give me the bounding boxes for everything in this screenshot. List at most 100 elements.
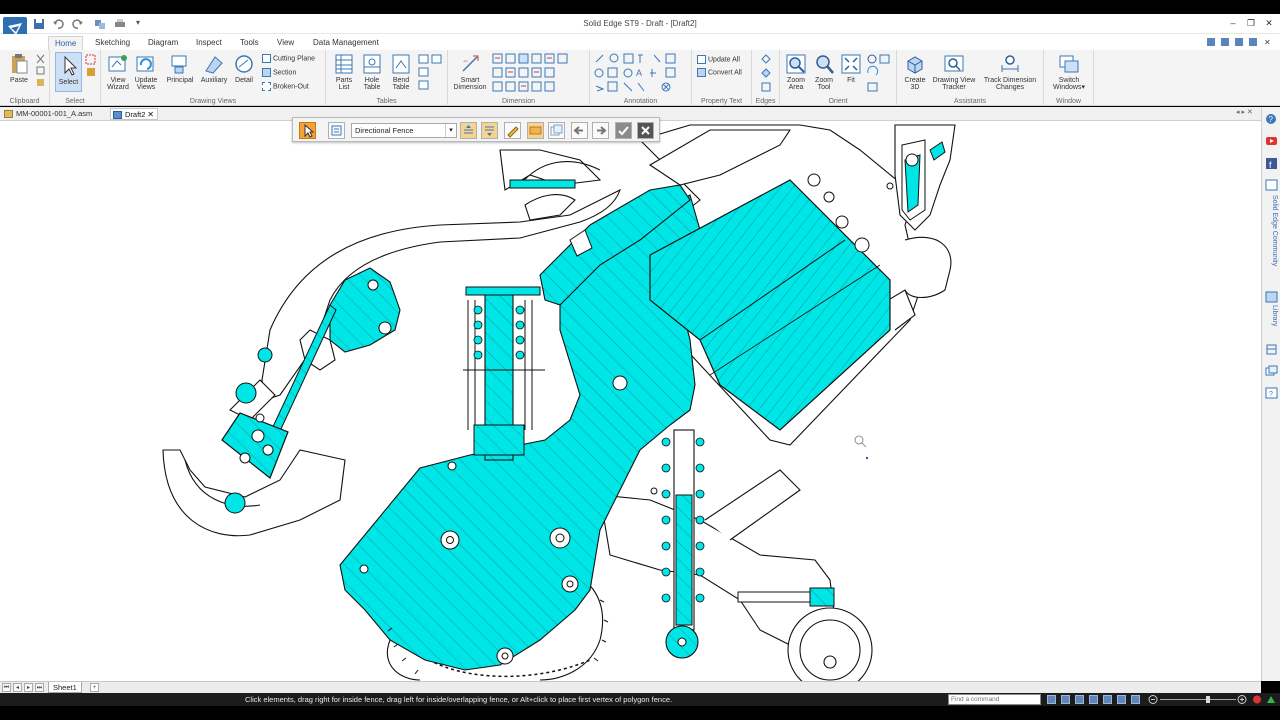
update-all-button[interactable]: Update All [697,55,740,65]
rotate-status-icon[interactable] [1117,695,1126,704]
section-view-drawing[interactable] [0,121,1261,681]
arrow-right-icon [597,126,607,135]
drawing-canvas[interactable] [0,121,1261,681]
track-dimension-changes-button[interactable]: Track Dimension Changes [981,53,1039,91]
orient-tools-icons[interactable] [866,53,892,95]
paste-button[interactable]: Paste [6,53,32,84]
fit-button[interactable]: Fit [839,53,863,84]
select-tool-button[interactable] [299,122,316,139]
dimension-tools-icons[interactable] [492,53,588,95]
doc-tab-assembly[interactable]: MM-00001-001_A.asm [2,108,105,120]
panel-tool-icon[interactable] [1265,343,1278,355]
next-sheet-button[interactable]: ▸ [24,683,33,692]
hole-table-button[interactable]: Hole Table [359,53,385,91]
restore-icon[interactable]: ❐ [1244,17,1258,29]
cut-copy-icons[interactable] [35,54,47,88]
tab-data-management[interactable]: Data Management [307,36,385,50]
info-icon[interactable]: ? [1265,387,1278,399]
help-toolbar-icons[interactable]: ✕ [1206,37,1276,47]
tab-tools[interactable]: Tools [234,36,265,50]
zoom-area-button[interactable]: Zoom Area [783,53,809,91]
switch-windows-button[interactable]: Switch Windows▾ [1048,53,1090,91]
status-bar: Click elements, drag right for inside fe… [0,693,1280,706]
tab-inspect[interactable]: Inspect [190,36,228,50]
youtube-icon[interactable] [1265,135,1278,147]
tab-home[interactable]: Home [48,36,84,50]
smart-dimension-button[interactable]: ⇔ Smart Dimension [451,53,489,91]
sheet-tab-sheet1[interactable]: Sheet1 [48,682,82,693]
zoom-slider[interactable] [1148,694,1248,705]
options-button[interactable] [328,122,345,139]
filter-up-button[interactable] [460,122,477,139]
cutting-plane-button[interactable]: Cutting Plane [262,54,315,64]
tab-view[interactable]: View [271,36,300,50]
broken-out-button[interactable]: Broken-Out [262,82,309,92]
community-icon[interactable] [1265,179,1278,191]
last-sheet-button[interactable]: ⏭ [35,683,44,692]
minimize-icon[interactable]: – [1226,17,1240,29]
close-icon [641,126,650,135]
previous-view-status-icon[interactable] [1131,695,1140,704]
highlight-icon [529,126,542,135]
pan-status-icon[interactable] [1103,695,1112,704]
zoom-tool-icon [816,55,834,74]
group-edges: Edges [752,50,780,106]
close-doc-icon[interactable]: ✕ [147,109,154,121]
annotation-tools-icons[interactable]: A [594,53,690,95]
convert-all-button[interactable]: Convert All [697,68,742,78]
library-icon[interactable] [1265,291,1278,303]
section-button[interactable]: Section [262,68,296,78]
pen-tool-button[interactable] [504,122,521,139]
parts-list-button[interactable]: Parts List [332,53,356,91]
copy-button[interactable] [548,122,565,139]
highlight-button[interactable] [527,122,544,139]
group-drawing-views: View Wizard Update Views Principal Auxilia… [101,50,326,106]
previous-sheet-button[interactable]: ◂ [13,683,22,692]
new-sheet-button[interactable]: + [90,683,99,692]
previous-button[interactable] [571,122,588,139]
zoom-tool-button[interactable]: Zoom Tool [811,53,837,91]
drawing-view-tracker-button[interactable]: Drawing View Tracker [930,53,978,91]
help-icon[interactable]: ? [1265,113,1278,125]
bend-table-button[interactable]: Bend Table [388,53,414,91]
first-sheet-button[interactable]: ⏮ [2,683,11,692]
filter-down-button[interactable] [481,122,498,139]
convert-all-icon [697,68,706,77]
status-indicators[interactable] [1252,694,1278,705]
tab-sketching[interactable]: Sketching [89,36,136,50]
update-views-button[interactable]: Update Views [132,53,160,91]
cancel-button[interactable] [637,122,654,139]
cutting-plane-icon [262,54,271,63]
smart-dimension-icon: ⇔ [462,55,479,72]
fit-status-icon[interactable] [1089,695,1098,704]
zoom-status-icon[interactable] [1075,695,1084,704]
view-icon[interactable] [1047,695,1056,704]
doc-tab-draft2[interactable]: Draft2 ✕ [110,108,158,120]
table-tools-icons[interactable] [418,54,444,92]
accept-button[interactable] [615,122,632,139]
zoom-area-status-icon[interactable] [1061,695,1070,704]
auxiliary-button[interactable]: Auxiliary [198,53,230,84]
view-wizard-button[interactable]: View Wizard [105,53,131,91]
fence-mode-select[interactable]: Directional Fence ▾ [351,123,457,138]
edges-tools-icons[interactable] [760,53,772,95]
next-button[interactable] [592,122,609,139]
detail-button[interactable]: Detail [231,53,257,84]
create-3d-button[interactable]: Create 3D [901,53,929,91]
layers-icon[interactable] [1265,365,1278,377]
find-command-input[interactable] [948,694,1041,705]
select-tools-icon[interactable] [85,54,97,80]
svg-text:?: ? [1269,391,1273,398]
right-side-panel: ? f Solid Edge Community Library ? [1261,107,1280,681]
facebook-icon[interactable]: f [1265,157,1278,169]
principal-button[interactable]: Principal [164,53,196,84]
tab-diagram[interactable]: Diagram [142,36,184,50]
filter-down-icon [485,126,494,136]
community-panel-tab[interactable]: Solid Edge Community [1266,195,1278,266]
doc-tab-scroll-icons[interactable]: ◂ ▸ ✕ [1236,108,1253,116]
close-icon[interactable]: ✕ [1262,17,1276,29]
group-dimension: ⇔ Smart Dimension Dimension [448,50,590,106]
select-button[interactable]: Select [55,52,82,92]
group-assistants: Create 3D Drawing View Tracker Track Dimen… [897,50,1044,106]
library-panel-tab[interactable]: Library [1266,305,1278,326]
